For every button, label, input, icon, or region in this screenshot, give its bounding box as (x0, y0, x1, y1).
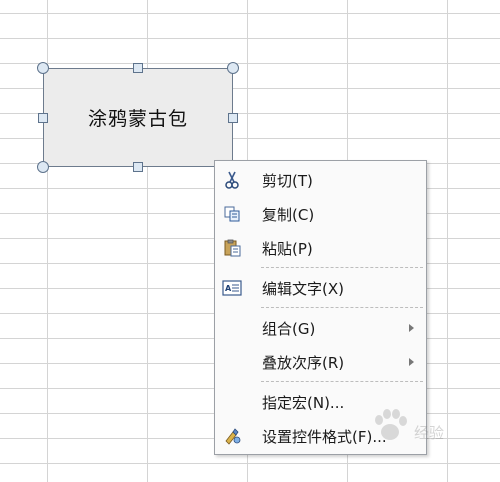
resize-handle-middle-right[interactable] (228, 113, 238, 123)
menu-separator (261, 267, 423, 268)
menu-item-label: 编辑文字(X) (262, 279, 344, 298)
menu-item-label: 复制(C) (262, 205, 315, 224)
menu-separator (261, 307, 423, 308)
scissors-icon (225, 171, 239, 189)
svg-text:A: A (225, 284, 232, 293)
copy-icon (224, 206, 240, 222)
menu-item-order[interactable]: 叠放次序(R) (216, 345, 426, 379)
resize-handle-bottom-left[interactable] (37, 161, 49, 173)
submenu-arrow-icon (409, 358, 414, 366)
menu-item-label: 设置控件格式(F)... (262, 427, 387, 446)
menu-item-label: 指定宏(N)... (262, 393, 345, 412)
resize-handle-top-right[interactable] (227, 62, 239, 74)
textbox-shape[interactable]: 涂鸦蒙古包 (43, 68, 233, 167)
menu-item-format-control[interactable]: 设置控件格式(F)... (216, 419, 426, 453)
paste-icon (224, 239, 241, 257)
resize-handle-middle-left[interactable] (38, 113, 48, 123)
resize-handle-bottom-center[interactable] (133, 162, 143, 172)
resize-handle-top-center[interactable] (133, 63, 143, 73)
menu-item-assign-macro[interactable]: 指定宏(N)... (216, 385, 426, 419)
submenu-arrow-icon (409, 324, 414, 332)
menu-item-paste[interactable]: 粘贴(P) (216, 231, 426, 265)
menu-item-label: 剪切(T) (262, 171, 313, 190)
context-menu: 剪切(T) 复制(C) 粘贴(P) A 编辑文字(X) 组合(G) 叠放次序(R… (214, 160, 427, 455)
shape-text: 涂鸦蒙古包 (87, 108, 188, 130)
menu-item-group[interactable]: 组合(G) (216, 311, 426, 345)
menu-item-label: 叠放次序(R) (262, 353, 345, 372)
menu-item-cut[interactable]: 剪切(T) (216, 163, 426, 197)
menu-item-edit-text[interactable]: A 编辑文字(X) (216, 271, 426, 305)
menu-separator (261, 381, 423, 382)
menu-item-label: 组合(G) (262, 319, 316, 338)
edit-text-icon: A (222, 280, 242, 296)
menu-item-copy[interactable]: 复制(C) (216, 197, 426, 231)
menu-item-label: 粘贴(P) (262, 239, 313, 258)
resize-handle-top-left[interactable] (37, 62, 49, 74)
format-control-icon (225, 428, 241, 445)
